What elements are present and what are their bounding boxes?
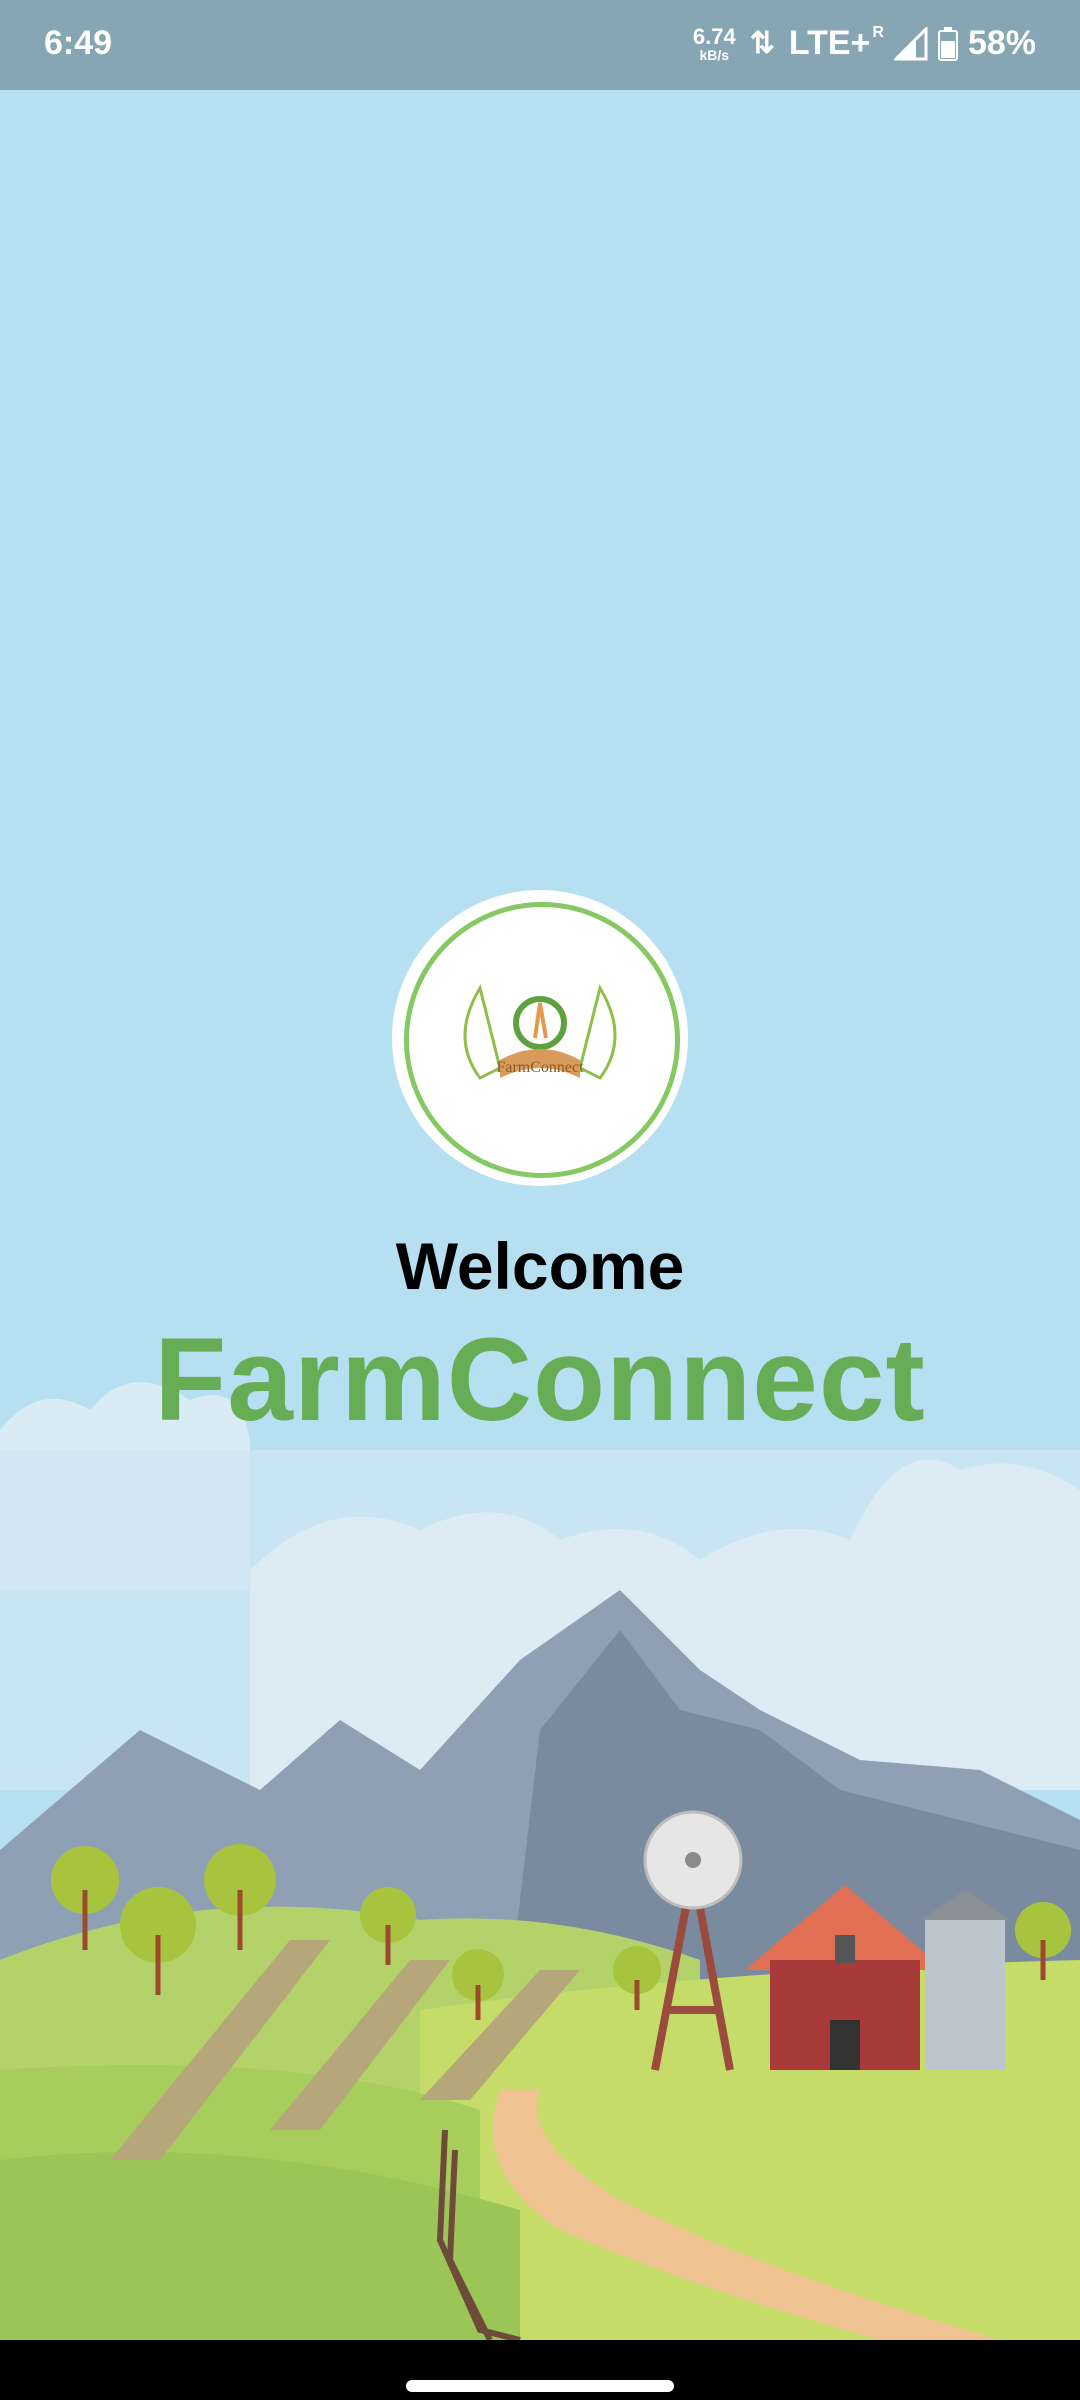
network-type: LTE+ R [789,24,884,63]
data-transfer-icon: ⇅ [749,27,775,60]
app-logo: FarmConnect [392,890,688,1186]
network-type-label: LTE+ [788,24,871,62]
network-speed-unit: kB/s [699,46,730,63]
home-gesture-handle[interactable] [406,2380,674,2392]
battery-percent: 58% [967,24,1036,62]
network-speed-value: 6.74 [692,23,736,49]
app-title: FarmConnect [154,1314,926,1446]
signal-icon [893,26,928,60]
battery-icon [937,26,958,61]
status-indicators: 6.74 kB/s ⇅ LTE+ R 58% [693,24,1036,63]
logo-text: FarmConnect [496,1059,584,1076]
wheat-sun-icon: FarmConnect [463,984,617,1080]
roaming-indicator: R [872,24,884,41]
network-speed: 6.74 kB/s [692,23,736,63]
welcome-heading: Welcome [395,1229,685,1303]
status-time: 6:49 [44,24,113,62]
status-bar: 6:49 6.74 kB/s ⇅ LTE+ R 58% [0,0,1080,90]
farm-landscape-illustration [0,90,1080,2340]
